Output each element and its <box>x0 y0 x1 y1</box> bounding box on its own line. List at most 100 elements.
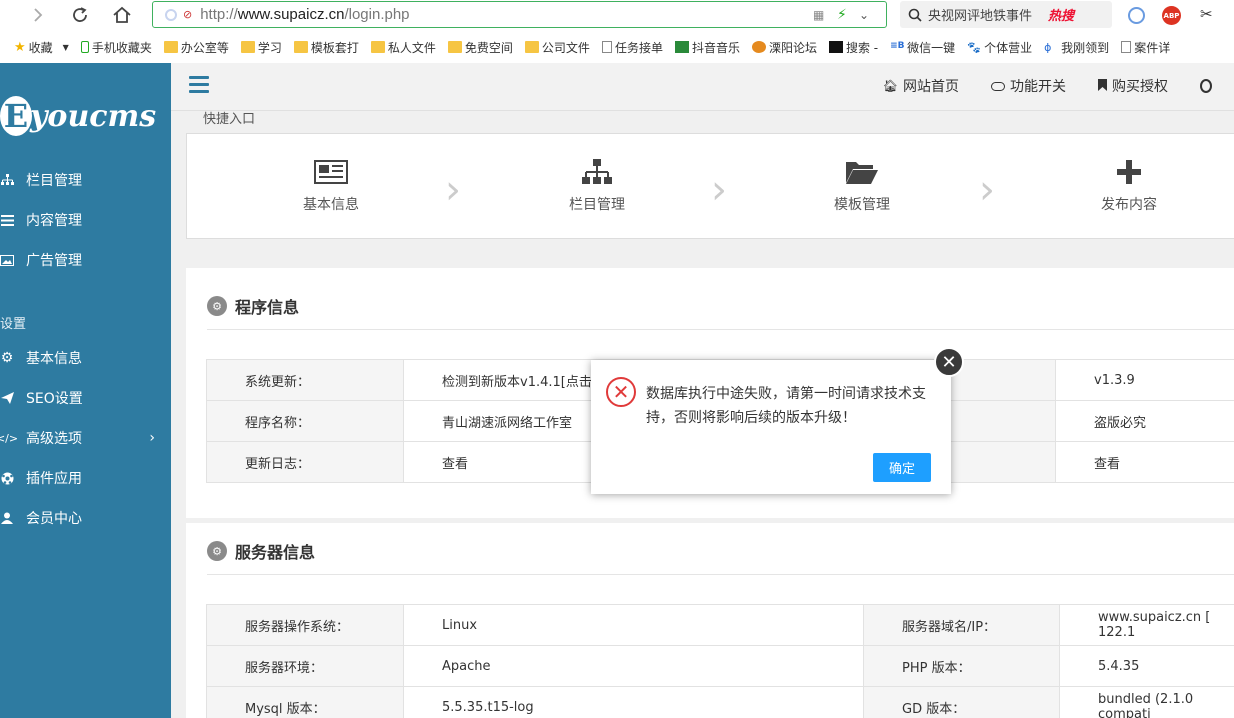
bookmark-item[interactable]: 溧阳论坛 <box>751 39 817 56</box>
soccer-icon <box>0 472 14 485</box>
extra-link[interactable] <box>1200 76 1212 96</box>
quick-item-label: 栏目管理 <box>569 197 625 213</box>
feature-switch-link[interactable]: 功能开关 <box>991 76 1066 96</box>
chevron-down-icon[interactable]: ⌄ <box>859 8 869 22</box>
sidebar-item-columns[interactable]: 栏目管理 <box>0 165 171 195</box>
server-info-table: 服务器操作系统： Linux 服务器域名/IP： www.supaicz.cn … <box>206 604 1234 718</box>
logo[interactable]: E youcms <box>0 91 156 141</box>
bookmark-item[interactable]: 免费空间 <box>447 39 513 56</box>
minus-icon[interactable] <box>1128 7 1145 24</box>
top-header: 🏠︎ 网站首页 功能开关 购买授权 <box>171 63 1234 111</box>
feature-switch-label: 功能开关 <box>1010 79 1066 95</box>
error-dialog: ✕ 数据库执行中途失败，请第一时间请求技术支持，否则将影响后续的版本升级！ 确定 <box>591 360 951 494</box>
forum-icon <box>751 41 766 53</box>
chevron-right-icon: › <box>445 167 461 213</box>
folder-icon <box>163 41 178 53</box>
bookmark-item[interactable]: ϕ 我刚领到 <box>1044 39 1109 56</box>
server-info-panel: ⚙ 服务器信息 服务器操作系统： Linux 服务器域名/IP： www.supa… <box>186 523 1234 718</box>
newspaper-icon <box>271 156 391 188</box>
lightning-icon[interactable]: ⚡ <box>837 7 847 23</box>
sidebar-item-seo[interactable]: SEO设置 <box>0 383 171 413</box>
buy-license-label: 购买授权 <box>1112 79 1168 95</box>
quick-entry-panel: 快捷入口 基本信息 › 栏目管理 › 模板管理 › 发布内容 <box>186 112 1234 239</box>
table-key: 系统更新： <box>206 359 404 401</box>
gear-icon: ⚙ <box>0 350 14 366</box>
list-icon <box>0 214 14 226</box>
home-icon[interactable] <box>108 1 136 29</box>
bookmark-item[interactable]: 办公室等 <box>163 39 229 56</box>
bookmark-item[interactable]: ≡B 微信一键 <box>890 39 955 56</box>
bookmark-icon <box>1098 78 1107 94</box>
sidebar-item-ads[interactable]: 广告管理 <box>0 245 171 275</box>
reload-icon[interactable] <box>66 1 94 29</box>
bookmark-item[interactable]: 模板套打 <box>293 39 359 56</box>
page-icon <box>1121 41 1132 53</box>
paw-icon: 🐾 <box>967 41 981 54</box>
folder-open-icon <box>802 156 922 188</box>
sitemap-icon <box>0 174 14 186</box>
sidebar-item-advanced[interactable]: </> 高级选项 › <box>0 423 171 453</box>
quick-templates[interactable]: 模板管理 <box>802 156 922 214</box>
quick-columns[interactable]: 栏目管理 <box>537 156 657 214</box>
sidebar-item-label: 栏目管理 <box>26 173 82 189</box>
sidebar-item-plugins[interactable]: 插件应用 <box>0 463 171 493</box>
sitemap-icon <box>537 156 657 188</box>
logo-text: youcms <box>30 98 157 134</box>
url-text[interactable]: http://www.supaicz.cn/login.php <box>200 6 409 23</box>
qr-icon[interactable]: ▦ <box>813 8 824 22</box>
search-text[interactable]: 央视网评地铁事件 <box>928 5 1032 24</box>
home-icon: 🏠︎ <box>882 79 898 93</box>
folder-icon <box>524 41 539 53</box>
sidebar-item-members[interactable]: 会员中心 <box>0 503 171 533</box>
menu-toggle-icon[interactable] <box>189 76 209 96</box>
bookmark-item[interactable]: 学习 <box>240 39 282 56</box>
sidebar-item-label: 广告管理 <box>26 253 82 269</box>
home-link[interactable]: 🏠︎ 网站首页 <box>883 76 959 96</box>
quick-basic-info[interactable]: 基本信息 <box>271 156 391 214</box>
close-icon[interactable]: ✕ <box>934 347 964 377</box>
sidebar-item-label: 内容管理 <box>26 213 82 229</box>
sidebar-item-content[interactable]: 内容管理 <box>0 205 171 235</box>
quick-publish[interactable]: 发布内容 <box>1069 156 1189 214</box>
bookmark-item[interactable]: 🐾 个体营业 <box>967 39 1032 56</box>
divider <box>207 574 1234 575</box>
bookmark-item[interactable]: 私人文件 <box>370 39 436 56</box>
bookmark-item[interactable]: 搜索 - <box>828 39 878 56</box>
no-tracking-icon[interactable]: ⊘ <box>183 8 192 21</box>
folder-icon <box>370 41 385 53</box>
bookmark-item[interactable]: 抖音音乐 <box>674 39 740 56</box>
music-icon <box>674 41 689 53</box>
divider <box>207 329 1234 330</box>
address-bar[interactable]: ⊘ http://www.supaicz.cn/login.php ▦ ⚡ ⌄ <box>152 1 887 28</box>
error-icon: ✕ <box>606 377 636 407</box>
bookmark-item[interactable]: 手机收藏夹 <box>80 39 152 56</box>
bookmark-item[interactable]: 案件详 <box>1121 39 1170 56</box>
chevron-right-icon: › <box>711 167 727 213</box>
dialog-message: 数据库执行中途失败，请第一时间请求技术支持，否则将影响后续的版本升级！ <box>646 386 926 426</box>
quick-item-label: 基本信息 <box>303 197 359 213</box>
site-info-icon[interactable] <box>165 8 177 21</box>
logo-mark: E <box>0 96 32 136</box>
confirm-button[interactable]: 确定 <box>873 453 931 482</box>
scissors-icon[interactable]: ✂ <box>1200 5 1213 23</box>
section-title-settings: 设置 <box>0 317 27 332</box>
search-box[interactable]: 央视网评地铁事件 热搜 <box>900 1 1112 28</box>
plus-icon <box>1069 156 1189 188</box>
folder-icon <box>293 41 308 53</box>
chevron-right-icon: › <box>149 430 155 446</box>
adblock-icon[interactable]: ABP <box>1162 6 1181 25</box>
code-icon: </> <box>0 431 19 445</box>
table-value: 5.5.35.t15-log <box>403 686 864 718</box>
view-link[interactable]: 查看 <box>1055 441 1234 483</box>
bookmark-item[interactable]: 公司文件 <box>524 39 590 56</box>
table-row: Mysql 版本： 5.5.35.t15-log GD 版本： bundled … <box>206 686 1234 718</box>
forward-icon[interactable] <box>24 1 52 29</box>
phone-icon <box>80 41 89 53</box>
buy-license-link[interactable]: 购买授权 <box>1098 76 1168 96</box>
folder-icon <box>447 41 462 53</box>
bookmark-item[interactable]: 任务接单 <box>601 39 663 56</box>
sidebar-item-basic-info[interactable]: ⚙ 基本信息 <box>0 343 171 373</box>
bookmark-item[interactable]: 收藏 ▼ <box>29 39 69 56</box>
chevron-right-icon: › <box>979 167 995 213</box>
sidebar-item-label: 插件应用 <box>26 471 82 487</box>
